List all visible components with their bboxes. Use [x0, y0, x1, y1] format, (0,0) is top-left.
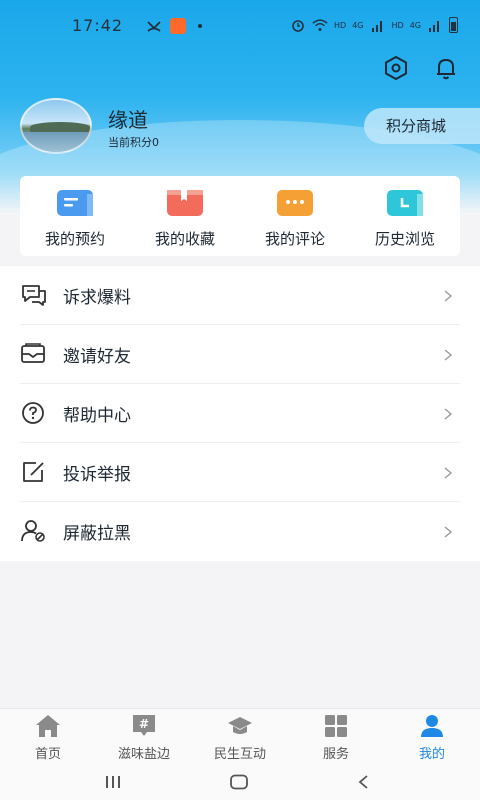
avatar[interactable] [20, 98, 92, 154]
comment-icon [277, 190, 313, 216]
header-actions [382, 54, 460, 82]
recent-apps-icon [106, 776, 120, 788]
home-icon [36, 715, 60, 737]
quick-action-reservations[interactable]: 我的预约 [20, 176, 130, 256]
tab-label: 服务 [322, 747, 349, 762]
menu-list: 诉求爆料 邀请好友 帮助中心 投诉举报 屏蔽拉黑 [0, 266, 480, 561]
points-mall-button[interactable]: 积分商城 [364, 108, 480, 144]
app-notification-icon [170, 18, 186, 34]
menu-item-block[interactable]: 屏蔽拉黑 [0, 502, 480, 561]
chevron-right-icon [444, 525, 453, 538]
menu-item-help[interactable]: 帮助中心 [0, 384, 480, 443]
system-navigation-bar [0, 764, 480, 800]
tab-flavor[interactable]: # 滋味盐边 [96, 709, 192, 764]
menu-item-label: 帮助中心 [63, 406, 131, 426]
home-nav-button[interactable] [224, 770, 254, 794]
quick-action-favorites[interactable]: 我的收藏 [130, 176, 240, 256]
username: 缘道 [108, 108, 148, 132]
quick-action-history[interactable]: 历史浏览 [350, 176, 460, 256]
calendar-icon [57, 190, 93, 216]
hd-label-1: HD [334, 20, 347, 30]
chevron-right-icon [444, 466, 453, 479]
missed-call-icon [147, 21, 161, 32]
network-label-2: 4G [409, 20, 421, 30]
history-icon [387, 190, 423, 216]
status-bar: 17:42 HD 4G HD 4G [0, 0, 480, 54]
bottom-tab-bar: 首页 # 滋味盐边 民生互动 服务 我的 [0, 708, 480, 764]
edit-icon [23, 462, 44, 482]
back-icon [358, 775, 368, 789]
menu-item-appeals[interactable]: 诉求爆料 [0, 266, 480, 325]
tab-label: 首页 [34, 747, 61, 762]
more-dot-icon [198, 24, 202, 28]
back-button[interactable] [349, 770, 379, 794]
menu-item-label: 投诉举报 [63, 465, 131, 485]
grid-icon [325, 715, 347, 737]
hd-label-2: HD [391, 20, 404, 30]
hexagon-settings-icon [385, 56, 407, 80]
signal-icon-1 [371, 21, 382, 32]
tab-label: 民生互动 [213, 747, 266, 762]
quick-actions-card: 我的预约 我的收藏 我的评论 历史浏览 [20, 176, 460, 256]
chevron-right-icon [444, 289, 453, 302]
home-nav-icon [230, 774, 248, 790]
svg-text:#: # [139, 717, 149, 731]
person-icon [421, 715, 443, 737]
tab-label: 滋味盐边 [117, 747, 170, 762]
quick-action-label: 历史浏览 [374, 230, 435, 248]
notification-button[interactable] [432, 54, 460, 82]
tab-services[interactable]: 服务 [288, 709, 384, 764]
alarm-icon [292, 20, 304, 32]
graduation-cap-icon [228, 717, 252, 734]
tab-mine[interactable]: 我的 [384, 709, 480, 764]
notification-icons [146, 18, 202, 34]
chat-bubble-icon [22, 285, 46, 306]
bookmark-icon [167, 190, 203, 216]
recent-apps-button[interactable] [98, 770, 128, 794]
user-block-icon [21, 520, 45, 542]
envelope-icon [21, 343, 45, 363]
hashtag-icon: # [133, 715, 155, 736]
menu-item-invite[interactable]: 邀请好友 [0, 325, 480, 384]
quick-action-label: 我的评论 [264, 230, 325, 248]
settings-button[interactable] [382, 54, 410, 82]
chevron-right-icon [444, 407, 453, 420]
chevron-right-icon [444, 348, 453, 361]
battery-icon [449, 17, 458, 33]
status-indicators: HD 4G HD 4G [290, 17, 458, 33]
tab-label: 我的 [418, 747, 445, 762]
network-label-1: 4G [352, 20, 364, 30]
wifi-icon [312, 19, 328, 31]
menu-item-label: 屏蔽拉黑 [63, 524, 131, 544]
tab-home[interactable]: 首页 [0, 709, 96, 764]
signal-icon-2 [429, 21, 439, 32]
quick-action-label: 我的预约 [44, 230, 105, 248]
tab-interaction[interactable]: 民生互动 [192, 709, 288, 764]
quick-action-comments[interactable]: 我的评论 [240, 176, 350, 256]
menu-item-label: 诉求爆料 [63, 288, 131, 308]
bell-icon [437, 59, 455, 80]
status-time: 17:42 [72, 16, 124, 35]
points-label: 当前积分0 [108, 136, 159, 149]
quick-action-label: 我的收藏 [154, 230, 215, 248]
menu-item-report[interactable]: 投诉举报 [0, 443, 480, 502]
question-icon [22, 402, 44, 424]
menu-item-label: 邀请好友 [63, 347, 131, 367]
